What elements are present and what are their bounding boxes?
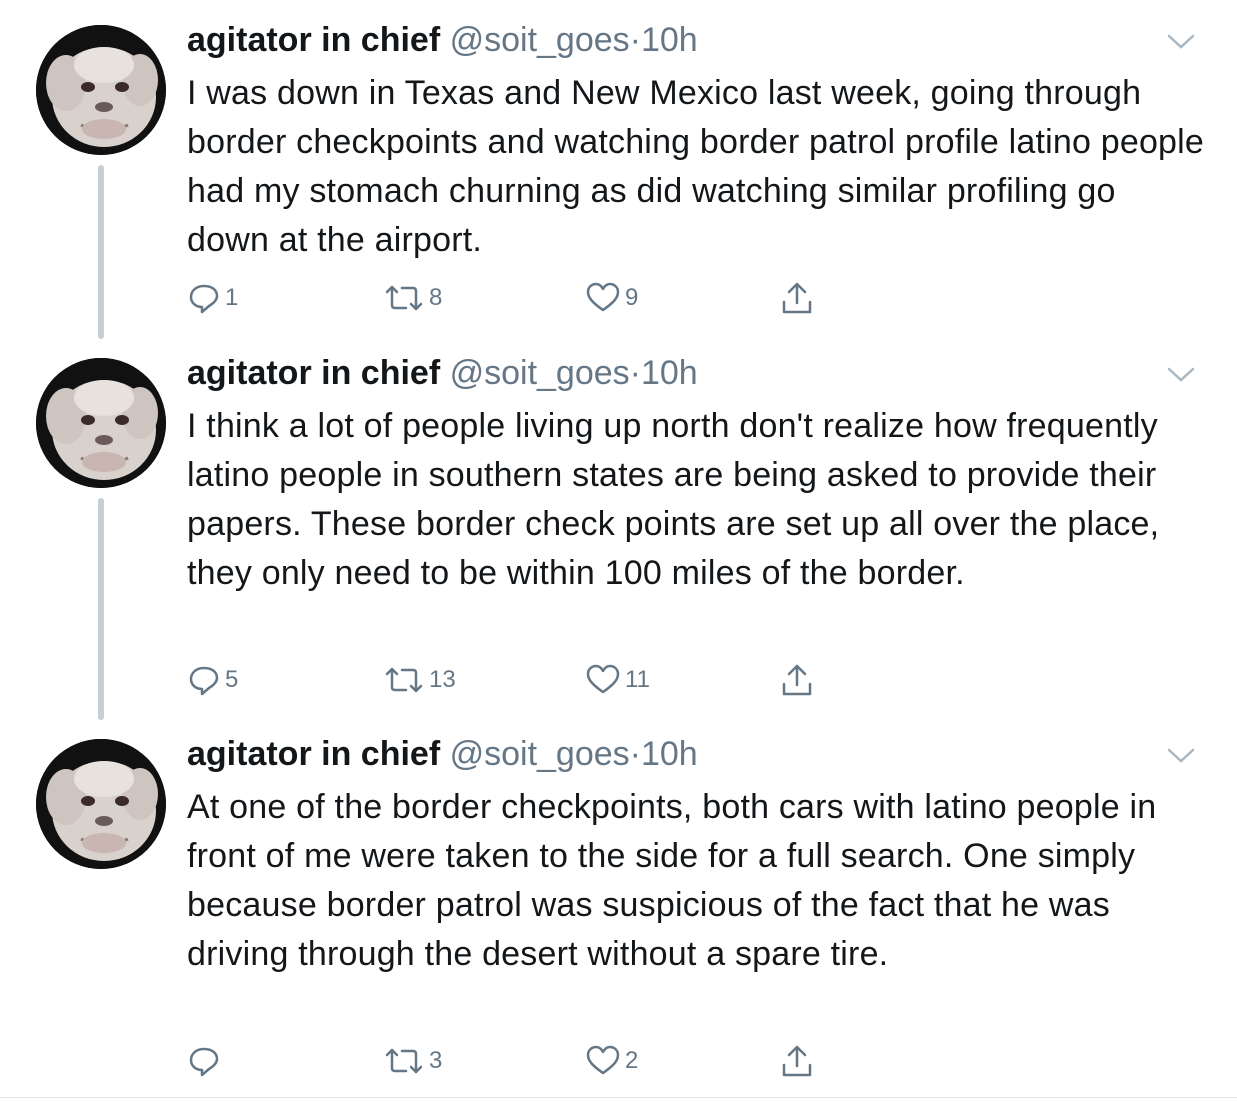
- timestamp[interactable]: 10h: [641, 354, 698, 392]
- separator-dot: ·: [629, 21, 641, 59]
- reply-button[interactable]: 1: [187, 278, 238, 318]
- reply-icon: [189, 666, 219, 696]
- timestamp[interactable]: 10h: [641, 21, 698, 59]
- like-button[interactable]: 11: [585, 660, 650, 700]
- retweet-count: 13: [429, 666, 456, 693]
- retweet-icon: [385, 285, 423, 311]
- share-button[interactable]: [779, 278, 815, 318]
- falkor-avatar-image: [36, 25, 166, 155]
- reply-count: 5: [225, 666, 239, 693]
- thread-connector: [98, 498, 104, 720]
- reply-icon: [189, 284, 219, 314]
- author-handle[interactable]: @soit_goes: [450, 735, 630, 773]
- author-handle[interactable]: @soit_goes: [450, 21, 630, 59]
- retweet-count: 8: [429, 284, 443, 311]
- author-name[interactable]: agitator in chief: [187, 735, 440, 773]
- timestamp[interactable]: 10h: [641, 735, 698, 773]
- falkor-avatar-image: [36, 358, 166, 488]
- like-button[interactable]: 2: [585, 1041, 638, 1081]
- like-count: 2: [625, 1047, 639, 1074]
- heart-icon: [586, 664, 620, 694]
- retweet-icon: [385, 1048, 423, 1074]
- share-icon: [782, 282, 812, 314]
- tweet-header: agitator in chief @soit_goes·10h: [187, 734, 698, 774]
- tweet[interactable]: agitator in chief @soit_goes·10h At one …: [0, 734, 1237, 1089]
- tweet-actions: 1 8 9: [187, 278, 827, 318]
- tweet-text: At one of the border checkpoints, both c…: [187, 788, 1157, 973]
- retweet-button[interactable]: 13: [383, 660, 456, 700]
- reply-icon: [189, 1047, 219, 1077]
- bottom-divider: [0, 1097, 1237, 1098]
- share-icon: [782, 1045, 812, 1077]
- avatar[interactable]: [36, 739, 166, 869]
- share-icon: [782, 664, 812, 696]
- retweet-icon: [385, 667, 423, 693]
- tweet-actions: 5 13 11: [187, 660, 827, 700]
- tweet-actions: 3 2: [187, 1041, 827, 1081]
- author-name[interactable]: agitator in chief: [187, 354, 440, 392]
- like-button[interactable]: 9: [585, 278, 638, 318]
- tweet-header: agitator in chief @soit_goes·10h: [187, 353, 698, 393]
- tweet-text: I was down in Texas and New Mexico last …: [187, 74, 1205, 259]
- avatar[interactable]: [36, 25, 166, 155]
- separator-dot: ·: [629, 354, 641, 392]
- retweet-count: 3: [429, 1047, 443, 1074]
- like-count: 9: [625, 284, 639, 311]
- avatar[interactable]: [36, 358, 166, 488]
- tweet-thread: agitator in chief @soit_goes·10h I was d…: [0, 0, 1237, 1101]
- falkor-avatar-image: [36, 739, 166, 869]
- reply-button[interactable]: [187, 1041, 225, 1081]
- share-button[interactable]: [779, 1041, 815, 1081]
- share-button[interactable]: [779, 660, 815, 700]
- retweet-button[interactable]: 3: [383, 1041, 442, 1081]
- like-count: 11: [625, 666, 650, 693]
- author-handle[interactable]: @soit_goes: [450, 354, 630, 392]
- thread-connector: [98, 165, 104, 339]
- heart-icon: [586, 282, 620, 312]
- tweet-text: I think a lot of people living up north …: [187, 407, 1160, 592]
- heart-icon: [586, 1045, 620, 1075]
- chevron-down-icon[interactable]: [1165, 30, 1197, 52]
- retweet-button[interactable]: 8: [383, 278, 442, 318]
- tweet[interactable]: agitator in chief @soit_goes·10h I think…: [0, 353, 1237, 723]
- author-name[interactable]: agitator in chief: [187, 21, 440, 59]
- separator-dot: ·: [629, 735, 641, 773]
- chevron-down-icon[interactable]: [1165, 744, 1197, 766]
- chevron-down-icon[interactable]: [1165, 363, 1197, 385]
- reply-button[interactable]: 5: [187, 660, 238, 700]
- reply-count: 1: [225, 284, 239, 311]
- tweet-header: agitator in chief @soit_goes·10h: [187, 20, 698, 60]
- tweet[interactable]: agitator in chief @soit_goes·10h I was d…: [0, 20, 1237, 340]
